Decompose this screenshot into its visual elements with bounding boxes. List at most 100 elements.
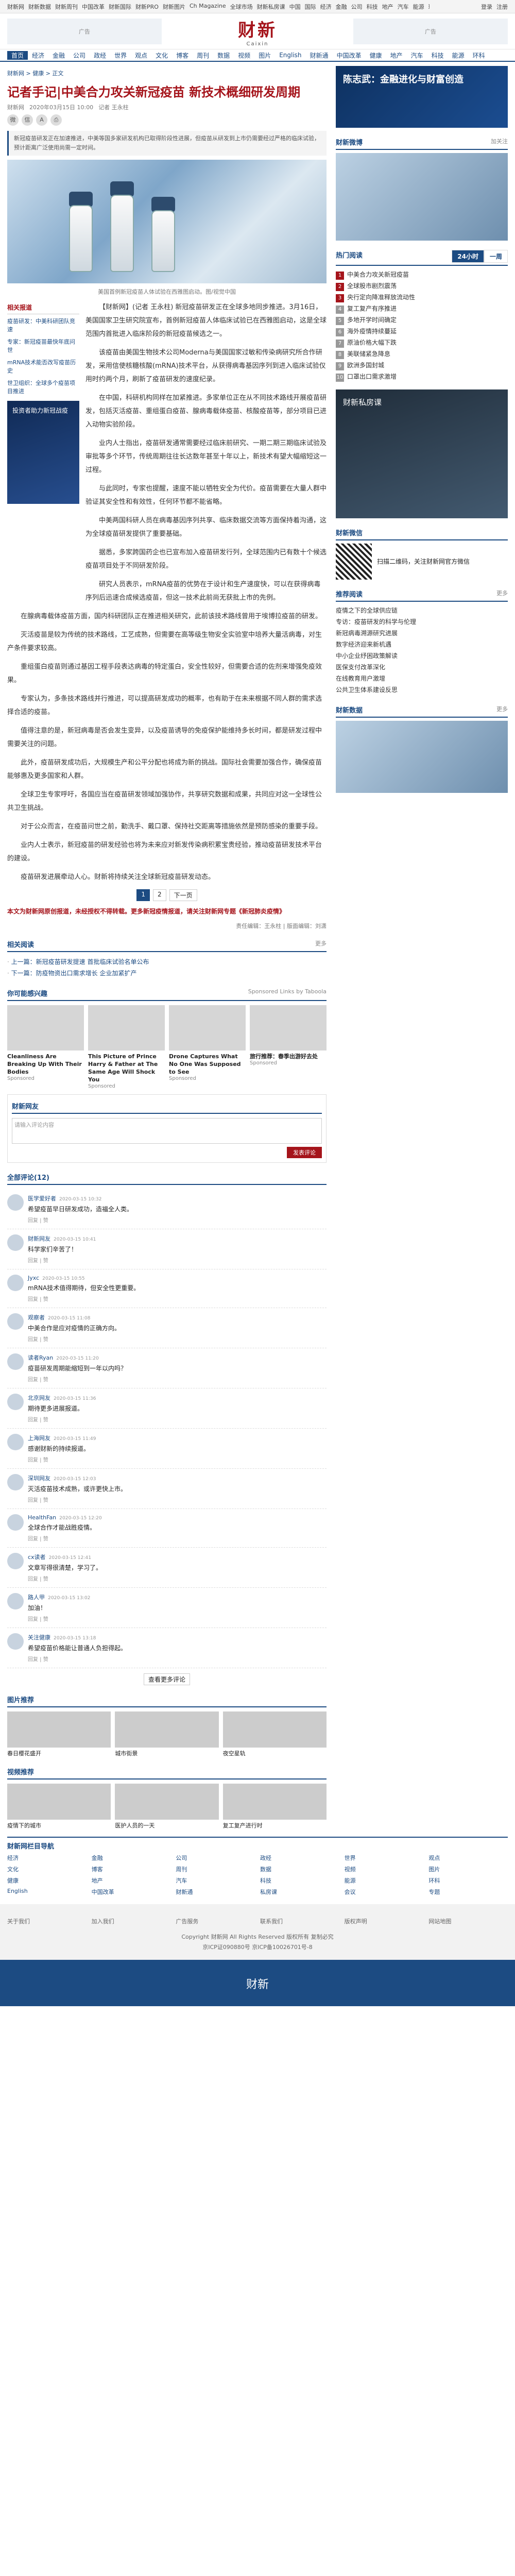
- nav-item[interactable]: English: [275, 52, 305, 59]
- nav-item[interactable]: 环科: [469, 51, 489, 60]
- more-link[interactable]: 更多: [496, 589, 508, 599]
- comment-actions[interactable]: 回复 | 赞: [28, 1295, 140, 1302]
- top-link[interactable]: 财新PRO: [135, 3, 159, 11]
- footer-nav-link[interactable]: 汽车: [176, 1876, 255, 1885]
- nav-item[interactable]: 金融: [48, 51, 69, 60]
- footer-nav-link[interactable]: 世界: [345, 1854, 424, 1862]
- hot-item[interactable]: 6 海外疫情持续蔓延: [336, 326, 508, 337]
- footer-nav-link[interactable]: 环科: [428, 1876, 508, 1885]
- media-title[interactable]: 夜空星轨: [223, 1749, 327, 1757]
- breadcrumb-path[interactable]: 财新网 > 健康 > 正文: [7, 70, 63, 77]
- hot-item[interactable]: 4 复工复产有序推进: [336, 303, 508, 314]
- hot-item[interactable]: 10 口罩出口需求激增: [336, 371, 508, 382]
- promo-title[interactable]: This Picture of Prince Harry & Father at…: [88, 1053, 165, 1083]
- footer-nav-link[interactable]: 财新通: [176, 1888, 255, 1896]
- promo-image[interactable]: [169, 1005, 246, 1050]
- footer-nav-link[interactable]: 健康: [7, 1876, 87, 1885]
- hot-tab[interactable]: 24小时: [452, 250, 484, 263]
- comment-actions[interactable]: 回复 | 赞: [28, 1496, 127, 1503]
- media-card[interactable]: 城市街景: [115, 1711, 219, 1757]
- more-comments-button[interactable]: 查看更多评论: [143, 1673, 190, 1685]
- related-link[interactable]: 疫苗研发：中美科研团队竞速: [7, 317, 79, 334]
- footer-about-link[interactable]: 联系我们: [260, 1917, 339, 1927]
- avatar[interactable]: [7, 1474, 24, 1490]
- site-logo[interactable]: 财新 Caixin: [162, 16, 353, 47]
- media-card[interactable]: 复工复产进行时: [222, 1784, 327, 1829]
- media-thumbnail[interactable]: [222, 1784, 327, 1820]
- weibo-follow-button[interactable]: 加关注: [491, 137, 508, 147]
- footer-nav-link[interactable]: 私房课: [260, 1888, 339, 1896]
- top-link[interactable]: 国际: [305, 3, 316, 11]
- hot-title[interactable]: 美联储紧急降息: [347, 350, 390, 358]
- comment-input[interactable]: 请输入评论内容: [12, 1118, 322, 1144]
- comment-username[interactable]: Jyxc: [28, 1275, 39, 1281]
- footer-nav-link[interactable]: 中国改革: [92, 1888, 171, 1896]
- font-size-icon[interactable]: A: [36, 114, 47, 126]
- related-reading-item[interactable]: 下一篇：防疫物资出口需求增长 企业加紧扩产: [7, 968, 327, 979]
- hot-item[interactable]: 9 欧洲多国封城: [336, 360, 508, 371]
- avatar[interactable]: [7, 1593, 24, 1609]
- comment-username[interactable]: 深圳网友: [28, 1475, 50, 1482]
- print-icon[interactable]: ⎙: [50, 114, 62, 126]
- media-thumbnail[interactable]: [115, 1784, 219, 1820]
- comment-username[interactable]: cx读者: [28, 1554, 46, 1561]
- footer-nav-link[interactable]: 观点: [428, 1854, 508, 1862]
- recommend-item[interactable]: 公共卫生体系建设反思: [336, 684, 508, 696]
- promo-card[interactable]: 旅行推荐：春季出游好去处 Sponsored: [250, 1005, 327, 1089]
- hot-title[interactable]: 海外疫情持续蔓延: [347, 328, 397, 335]
- comment-actions[interactable]: 回复 | 赞: [28, 1415, 96, 1423]
- footer-nav-link[interactable]: 数据: [260, 1865, 339, 1873]
- related-link[interactable]: 世卫组织：全球多个疫苗项目推进: [7, 379, 79, 396]
- media-title[interactable]: 疫情下的城市: [7, 1821, 111, 1829]
- comment-actions[interactable]: 回复 | 赞: [28, 1335, 121, 1343]
- media-card[interactable]: 夜空星轨: [222, 1711, 327, 1757]
- hot-item[interactable]: 5 多地开学时间确定: [336, 314, 508, 326]
- hot-title[interactable]: 全球股市剧烈震荡: [347, 282, 397, 290]
- hot-title[interactable]: 原油价格大幅下跌: [347, 339, 397, 346]
- hot-item[interactable]: 2 全球股市剧烈震荡: [336, 280, 508, 292]
- promo-card[interactable]: Drone Captures What No One Was Supposed …: [169, 1005, 246, 1089]
- avatar[interactable]: [7, 1194, 24, 1211]
- media-card[interactable]: 春日樱花盛开: [7, 1711, 111, 1757]
- related-reading-item[interactable]: 上一篇：新冠疫苗研发提速 首批临床试验名单公布: [7, 956, 327, 968]
- nav-item[interactable]: 能源: [448, 51, 469, 60]
- nav-item[interactable]: 公司: [69, 51, 90, 60]
- media-thumbnail[interactable]: [7, 1784, 111, 1820]
- comment-actions[interactable]: 回复 | 赞: [28, 1615, 91, 1622]
- footer-nav-link[interactable]: 能源: [345, 1876, 424, 1885]
- nav-item[interactable]: 文化: [151, 51, 172, 60]
- data-thumbnail[interactable]: [336, 721, 508, 793]
- login-link[interactable]: 登录: [481, 3, 492, 11]
- media-title[interactable]: 医护人员的一天: [115, 1821, 218, 1829]
- footer-nav-link[interactable]: 地产: [92, 1876, 171, 1885]
- avatar[interactable]: [7, 1434, 24, 1450]
- recommend-item[interactable]: 专访：疫苗研发的科学与伦理: [336, 616, 508, 628]
- comment-actions[interactable]: 回复 | 赞: [28, 1655, 127, 1663]
- footer-nav-link[interactable]: 会议: [345, 1888, 424, 1896]
- left-rail-ad[interactable]: 投资者助力新冠战疫: [7, 401, 79, 504]
- more-link[interactable]: 更多: [496, 705, 508, 715]
- top-link[interactable]: 中国改革: [82, 3, 105, 11]
- weibo-thumbnail[interactable]: [336, 153, 508, 241]
- top-link[interactable]: 财新数据: [28, 3, 51, 11]
- footer-nav-link[interactable]: 视频: [345, 1865, 424, 1873]
- nav-item[interactable]: 数据: [213, 51, 234, 60]
- recommend-item[interactable]: 医保支付改革深化: [336, 662, 508, 673]
- hot-title[interactable]: 复工复产有序推进: [347, 305, 397, 312]
- top-link[interactable]: 中国: [289, 3, 301, 11]
- comment-username[interactable]: 北京网友: [28, 1395, 50, 1401]
- hot-title[interactable]: 多地开学时间确定: [347, 316, 397, 324]
- hot-tab[interactable]: 一周: [484, 250, 508, 263]
- top-link[interactable]: 经济: [320, 3, 332, 11]
- footer-nav-link[interactable]: 周刊: [176, 1865, 255, 1873]
- nav-item[interactable]: 政经: [90, 51, 110, 60]
- recommend-item[interactable]: 中小企业纾困政策解读: [336, 650, 508, 662]
- nav-item[interactable]: 汽车: [407, 51, 427, 60]
- hot-title[interactable]: 央行定向降准释放流动性: [347, 294, 415, 301]
- hot-item[interactable]: 8 美联储紧急降息: [336, 348, 508, 360]
- promo-card[interactable]: Cleanliness Are Breaking Up With Their B…: [7, 1005, 84, 1089]
- avatar[interactable]: [7, 1553, 24, 1569]
- sidebar-ad-top[interactable]: 陈志武：金融进化与财富创造: [336, 66, 508, 128]
- comment-actions[interactable]: 回复 | 赞: [28, 1375, 127, 1383]
- comment-actions[interactable]: 回复 | 赞: [28, 1256, 96, 1264]
